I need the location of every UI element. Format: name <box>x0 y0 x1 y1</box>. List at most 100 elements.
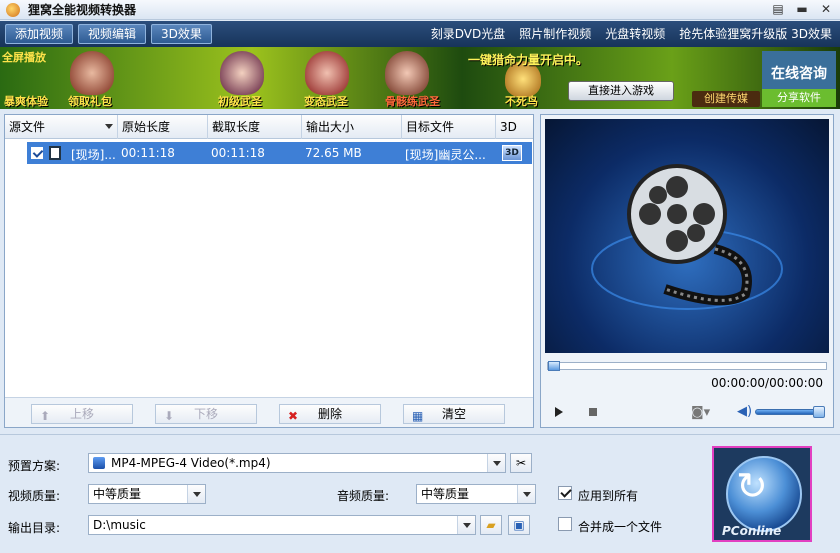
video-quality-label: 视频质量: <box>8 489 61 503</box>
chevron-down-icon[interactable] <box>517 485 535 503</box>
film-icon <box>49 146 61 160</box>
folder-icon: ▰ <box>486 518 496 532</box>
arrow-down-icon: ⬇ <box>164 409 175 423</box>
refresh-arrow-icon: ↻ <box>736 464 768 508</box>
ad-text[interactable]: 变态武圣 <box>304 93 348 109</box>
preset-value: MP4-MPEG-4 Video(*.mp4) <box>111 456 271 470</box>
open-folder-button[interactable]: ▣ <box>508 515 530 535</box>
online-consult-button[interactable]: 在线咨询 <box>762 51 836 91</box>
volume-slider[interactable] <box>755 406 825 418</box>
burn-dvd-link[interactable]: 刻录DVD光盘 <box>431 25 505 42</box>
share-software-button[interactable]: 分享软件 <box>762 89 836 107</box>
table-row[interactable]: [现场]... 00:11:18 00:11:18 72.65 MB [现场]幽… <box>27 142 532 164</box>
volume-handle[interactable] <box>813 406 825 418</box>
photo-video-link[interactable]: 照片制作视频 <box>519 25 591 42</box>
minimize-button[interactable]: ▤ <box>770 2 786 17</box>
row-original-length: 00:11:18 <box>121 146 175 160</box>
title-bar: 狸窝全能视频转换器 ▤ ▬ ✕ <box>0 0 840 20</box>
apply-all-label[interactable]: 应用到所有 <box>578 487 638 504</box>
character-image <box>70 51 114 95</box>
wrench-icon: ✂ <box>515 456 527 470</box>
button-label: 下移 <box>193 407 218 421</box>
move-down-button[interactable]: ⬇ 下移 <box>155 404 257 424</box>
timecode: 00:00:00/00:00:00 <box>711 376 823 390</box>
ad-text[interactable]: 暴爽体验 <box>4 93 48 109</box>
column-source[interactable]: 源文件 <box>5 115 118 139</box>
chevron-down-icon[interactable] <box>187 485 205 503</box>
seek-handle[interactable] <box>548 361 560 371</box>
maximize-button[interactable]: ▬ <box>794 2 810 17</box>
output-dir-value: D:\music <box>93 518 146 532</box>
ad-text[interactable]: 不死鸟 <box>505 93 538 109</box>
chevron-down-icon[interactable] <box>457 516 475 534</box>
3d-badge-icon[interactable]: 3D <box>502 145 522 161</box>
create-media-button[interactable]: 创建传媒 <box>692 91 760 107</box>
ad-text[interactable]: 初级武圣 <box>218 93 262 109</box>
list-actions: ⬆ 上移 ⬇ 下移 ✖ 删除 ▦ 清空 <box>5 397 533 427</box>
open-folder-icon: ▣ <box>513 518 525 532</box>
row-source: [现场]... <box>71 148 116 162</box>
character-image <box>385 51 429 95</box>
volume-icon[interactable]: ◀) <box>737 404 752 419</box>
ad-banner[interactable]: 全屏播放 暴爽体验 领取礼包 初级武圣 变态武圣 骨骸练武圣 不死鸟 一键猎命力… <box>0 47 840 109</box>
preview-panel: 00:00:00/00:00:00 ◙▾ ◀) <box>540 114 834 428</box>
watermark-text: PConline <box>722 524 782 538</box>
fullscreen-play-label[interactable]: 全屏播放 <box>2 49 46 65</box>
3d-effect-button[interactable]: 3D效果 <box>151 24 212 44</box>
column-label: 源文件 <box>9 120 46 134</box>
edit-video-button[interactable]: 视频编辑 <box>78 24 147 44</box>
upgrade-link[interactable]: 抢先体验狸窝升级版 3D效果 <box>679 25 832 42</box>
ad-text[interactable]: 骨骸练武圣 <box>385 93 440 109</box>
merge-checkbox[interactable] <box>558 517 572 531</box>
player-controls: ◙▾ ◀) <box>541 397 833 427</box>
close-button[interactable]: ✕ <box>818 2 834 17</box>
convert-button[interactable]: ↻ PConline <box>712 446 812 542</box>
character-image <box>220 51 264 95</box>
ad-text[interactable]: 领取礼包 <box>68 93 112 109</box>
column-3d[interactable]: 3D <box>496 115 533 139</box>
row-target-file: [现场]幽灵公... <box>405 148 486 162</box>
output-dir-input[interactable]: D:\music <box>88 515 476 535</box>
merge-label[interactable]: 合并成一个文件 <box>578 518 662 535</box>
video-quality-select[interactable]: 中等质量 <box>88 484 206 504</box>
audio-quality-select[interactable]: 中等质量 <box>416 484 536 504</box>
app-icon <box>6 2 20 17</box>
character-image <box>305 51 349 95</box>
chevron-down-icon[interactable] <box>487 454 505 472</box>
toolbar-links: 刻录DVD光盘 照片制作视频 光盘转视频 抢先体验狸窝升级版 3D效果 <box>431 25 832 42</box>
enter-game-button[interactable]: 直接进入游戏 <box>568 81 674 101</box>
apply-all-checkbox[interactable] <box>558 486 572 500</box>
delete-button[interactable]: ✖ 删除 <box>279 404 381 424</box>
play-icon[interactable] <box>555 407 563 417</box>
button-label: 上移 <box>69 407 94 421</box>
window-title: 狸窝全能视频转换器 <box>28 3 137 17</box>
audio-quality-label: 音频质量: <box>337 489 390 503</box>
row-output-size: 72.65 MB <box>305 146 362 160</box>
toolbar: 添加视频 视频编辑 3D效果 刻录DVD光盘 照片制作视频 光盘转视频 抢先体验… <box>0 21 840 47</box>
button-label: 删除 <box>317 407 342 421</box>
column-original-length[interactable]: 原始长度 <box>118 115 208 139</box>
seek-bar[interactable] <box>547 361 827 371</box>
browse-folder-button[interactable]: ▰ <box>480 515 502 535</box>
row-checkbox[interactable] <box>31 147 43 159</box>
delete-x-icon: ✖ <box>288 409 299 423</box>
row-clip-length: 00:11:18 <box>211 146 265 160</box>
stop-icon[interactable] <box>589 408 597 416</box>
clear-button[interactable]: ▦ 清空 <box>403 404 505 424</box>
column-target-file[interactable]: 目标文件 <box>402 115 496 139</box>
preset-settings-button[interactable]: ✂ <box>510 453 532 473</box>
snapshot-icon[interactable]: ◙▾ <box>691 405 710 420</box>
settings-panel: 预置方案: MP4-MPEG-4 Video(*.mp4) ✂ 视频质量: 中等… <box>0 434 840 553</box>
window-controls: ▤ ▬ ✕ <box>770 2 834 17</box>
video-preview-screen <box>545 119 829 353</box>
add-video-button[interactable]: 添加视频 <box>5 24 74 44</box>
column-clip-length[interactable]: 截取长度 <box>208 115 302 139</box>
preset-select[interactable]: MP4-MPEG-4 Video(*.mp4) <box>88 453 506 473</box>
ad-slogan: 一键猎命力量开启中。 <box>468 53 589 67</box>
file-list-header: 源文件 原始长度 截取长度 输出大小 目标文件 3D <box>5 115 533 139</box>
move-up-button[interactable]: ⬆ 上移 <box>31 404 133 424</box>
disc-to-video-link[interactable]: 光盘转视频 <box>605 25 665 42</box>
column-output-size[interactable]: 输出大小 <box>302 115 402 139</box>
clear-list-icon: ▦ <box>412 409 424 423</box>
film-reel-icon <box>591 164 783 310</box>
